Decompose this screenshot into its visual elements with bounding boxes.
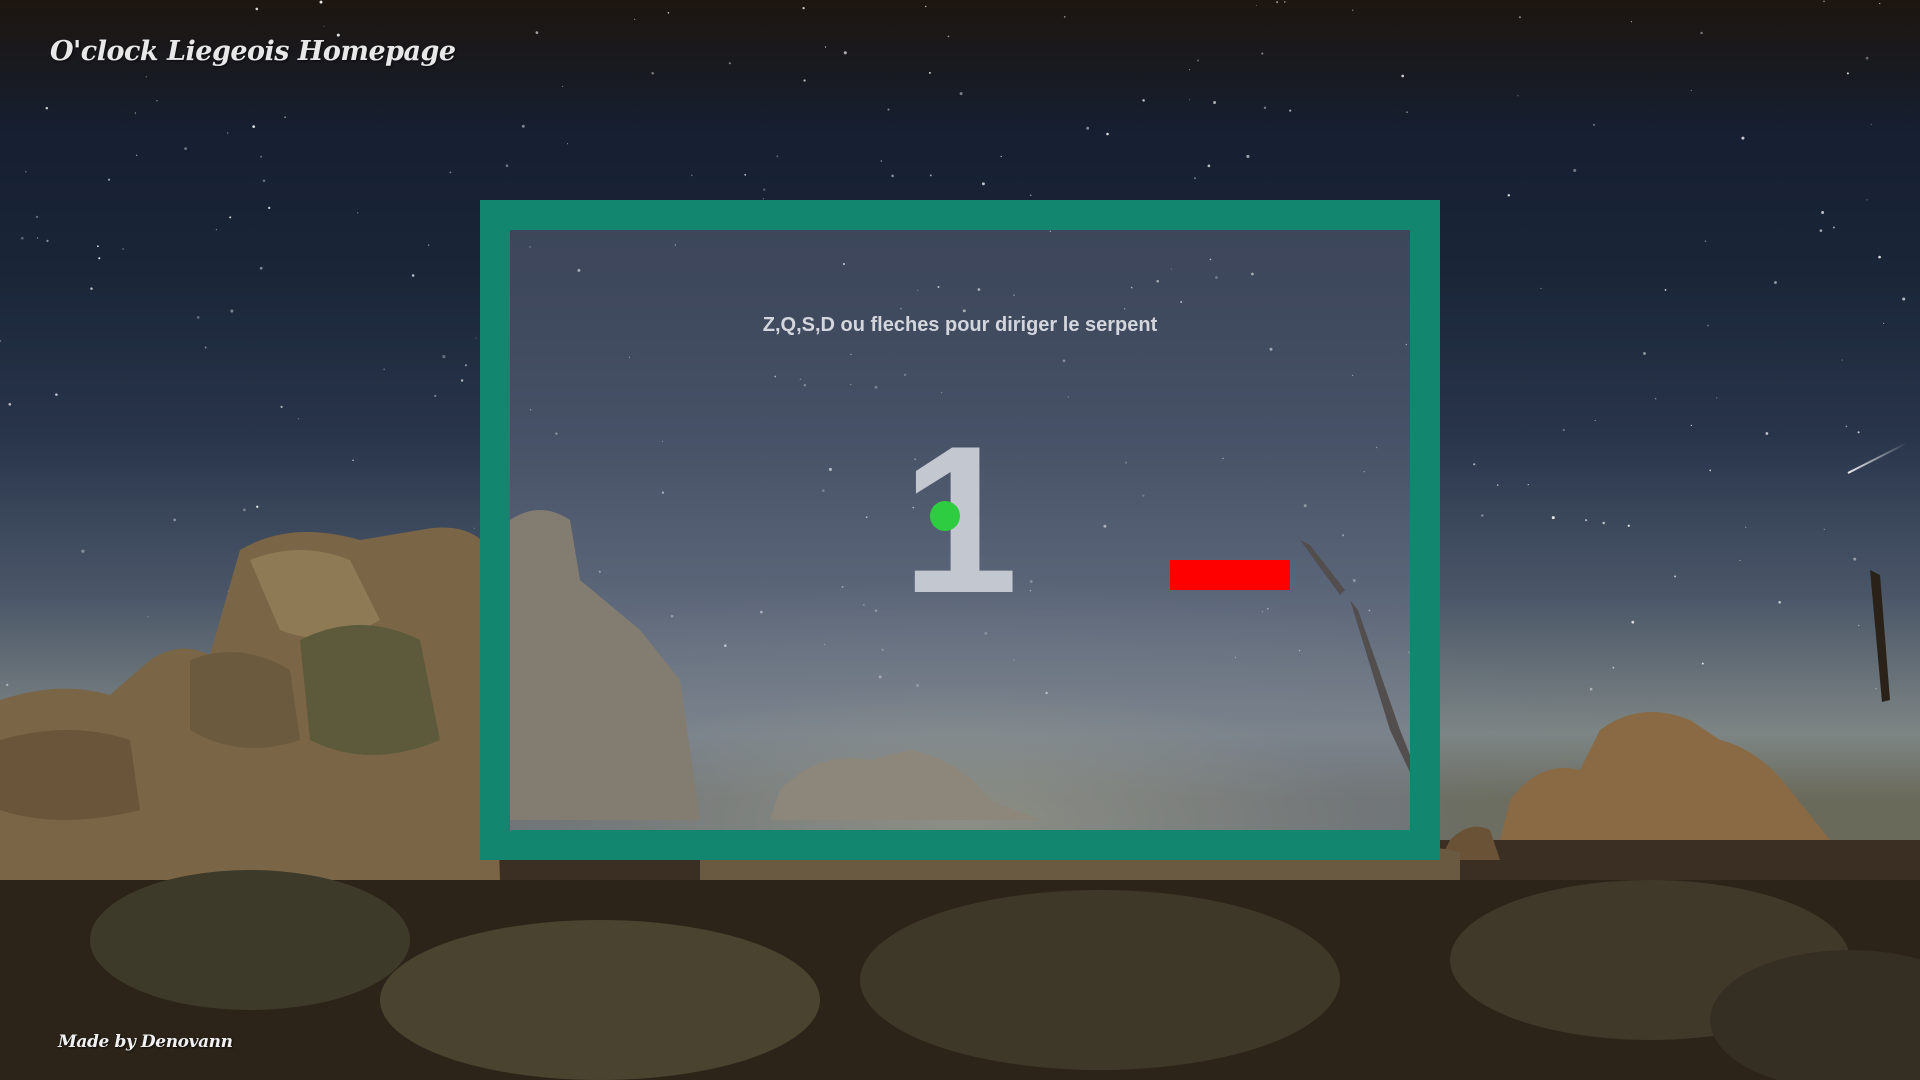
page-root: O'clock Liegeois Homepage Z,Q,S,D ou fle… bbox=[0, 0, 1920, 1080]
food-dot bbox=[930, 501, 960, 531]
countdown-number: 1 bbox=[901, 402, 1019, 637]
site-title[interactable]: O'clock Liegeois Homepage bbox=[50, 36, 456, 67]
game-board[interactable]: Z,Q,S,D ou fleches pour diriger le serpe… bbox=[510, 230, 1410, 830]
game-frame: Z,Q,S,D ou fleches pour diriger le serpe… bbox=[480, 200, 1440, 860]
controls-instructions: Z,Q,S,D ou fleches pour diriger le serpe… bbox=[762, 314, 1158, 336]
footer-credit: Made by Denovann bbox=[58, 1032, 233, 1052]
snake-body bbox=[1170, 560, 1290, 590]
